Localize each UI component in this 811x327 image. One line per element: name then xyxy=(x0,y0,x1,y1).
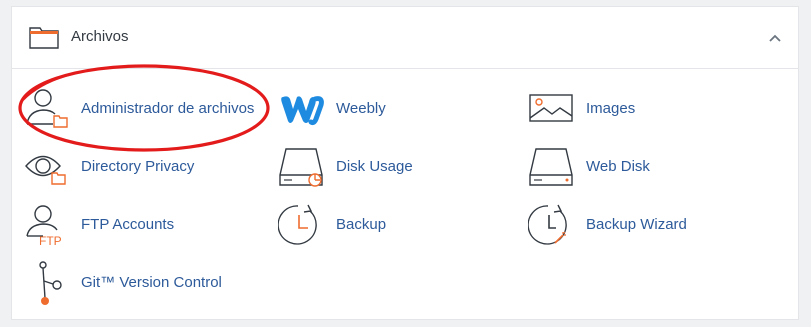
item-label: Web Disk xyxy=(586,158,650,175)
item-disk-usage[interactable]: Disk Usage xyxy=(278,145,438,189)
item-directory-privacy[interactable]: Directory Privacy xyxy=(23,145,243,189)
directory-privacy-icon xyxy=(25,155,66,185)
item-label: Directory Privacy xyxy=(81,158,195,175)
section-header[interactable]: Archivos xyxy=(12,7,798,69)
folder-icon xyxy=(29,27,59,49)
files-section-panel: Archivos Administrador de archivos Weebl… xyxy=(11,6,799,320)
file-manager-icon xyxy=(26,89,68,128)
item-images[interactable]: Images xyxy=(528,87,688,131)
web-disk-icon xyxy=(529,148,573,186)
item-backup-wizard[interactable]: Backup Wizard xyxy=(528,203,708,247)
item-git-version-control[interactable]: Git™ Version Control xyxy=(23,261,263,305)
item-weebly[interactable]: Weebly xyxy=(278,87,438,131)
item-web-disk[interactable]: Web Disk xyxy=(528,145,688,189)
ftp-accounts-icon: FTP xyxy=(26,205,62,247)
chevron-up-icon[interactable] xyxy=(764,27,786,49)
backup-icon xyxy=(278,204,317,245)
disk-usage-icon xyxy=(279,148,323,187)
item-file-manager[interactable]: Administrador de archivos xyxy=(23,87,263,131)
item-label: Images xyxy=(586,100,636,117)
item-label: Disk Usage xyxy=(336,158,413,175)
weebly-icon xyxy=(281,96,324,126)
backup-wizard-icon xyxy=(528,204,567,245)
item-ftp-accounts[interactable]: FTP FTP Accounts xyxy=(23,203,223,247)
images-icon xyxy=(529,94,573,122)
section-title: Archivos xyxy=(71,28,129,45)
item-label: Weebly xyxy=(336,100,386,117)
item-label: FTP Accounts xyxy=(81,216,175,233)
item-label: Backup Wizard xyxy=(586,216,687,233)
item-label: Git™ Version Control xyxy=(81,274,222,291)
git-version-control-icon xyxy=(39,261,62,305)
item-label: Administrador de archivos xyxy=(81,100,255,117)
item-backup[interactable]: Backup xyxy=(278,203,438,247)
ftp-icon-text: FTP xyxy=(39,234,62,247)
item-label: Backup xyxy=(336,216,387,233)
